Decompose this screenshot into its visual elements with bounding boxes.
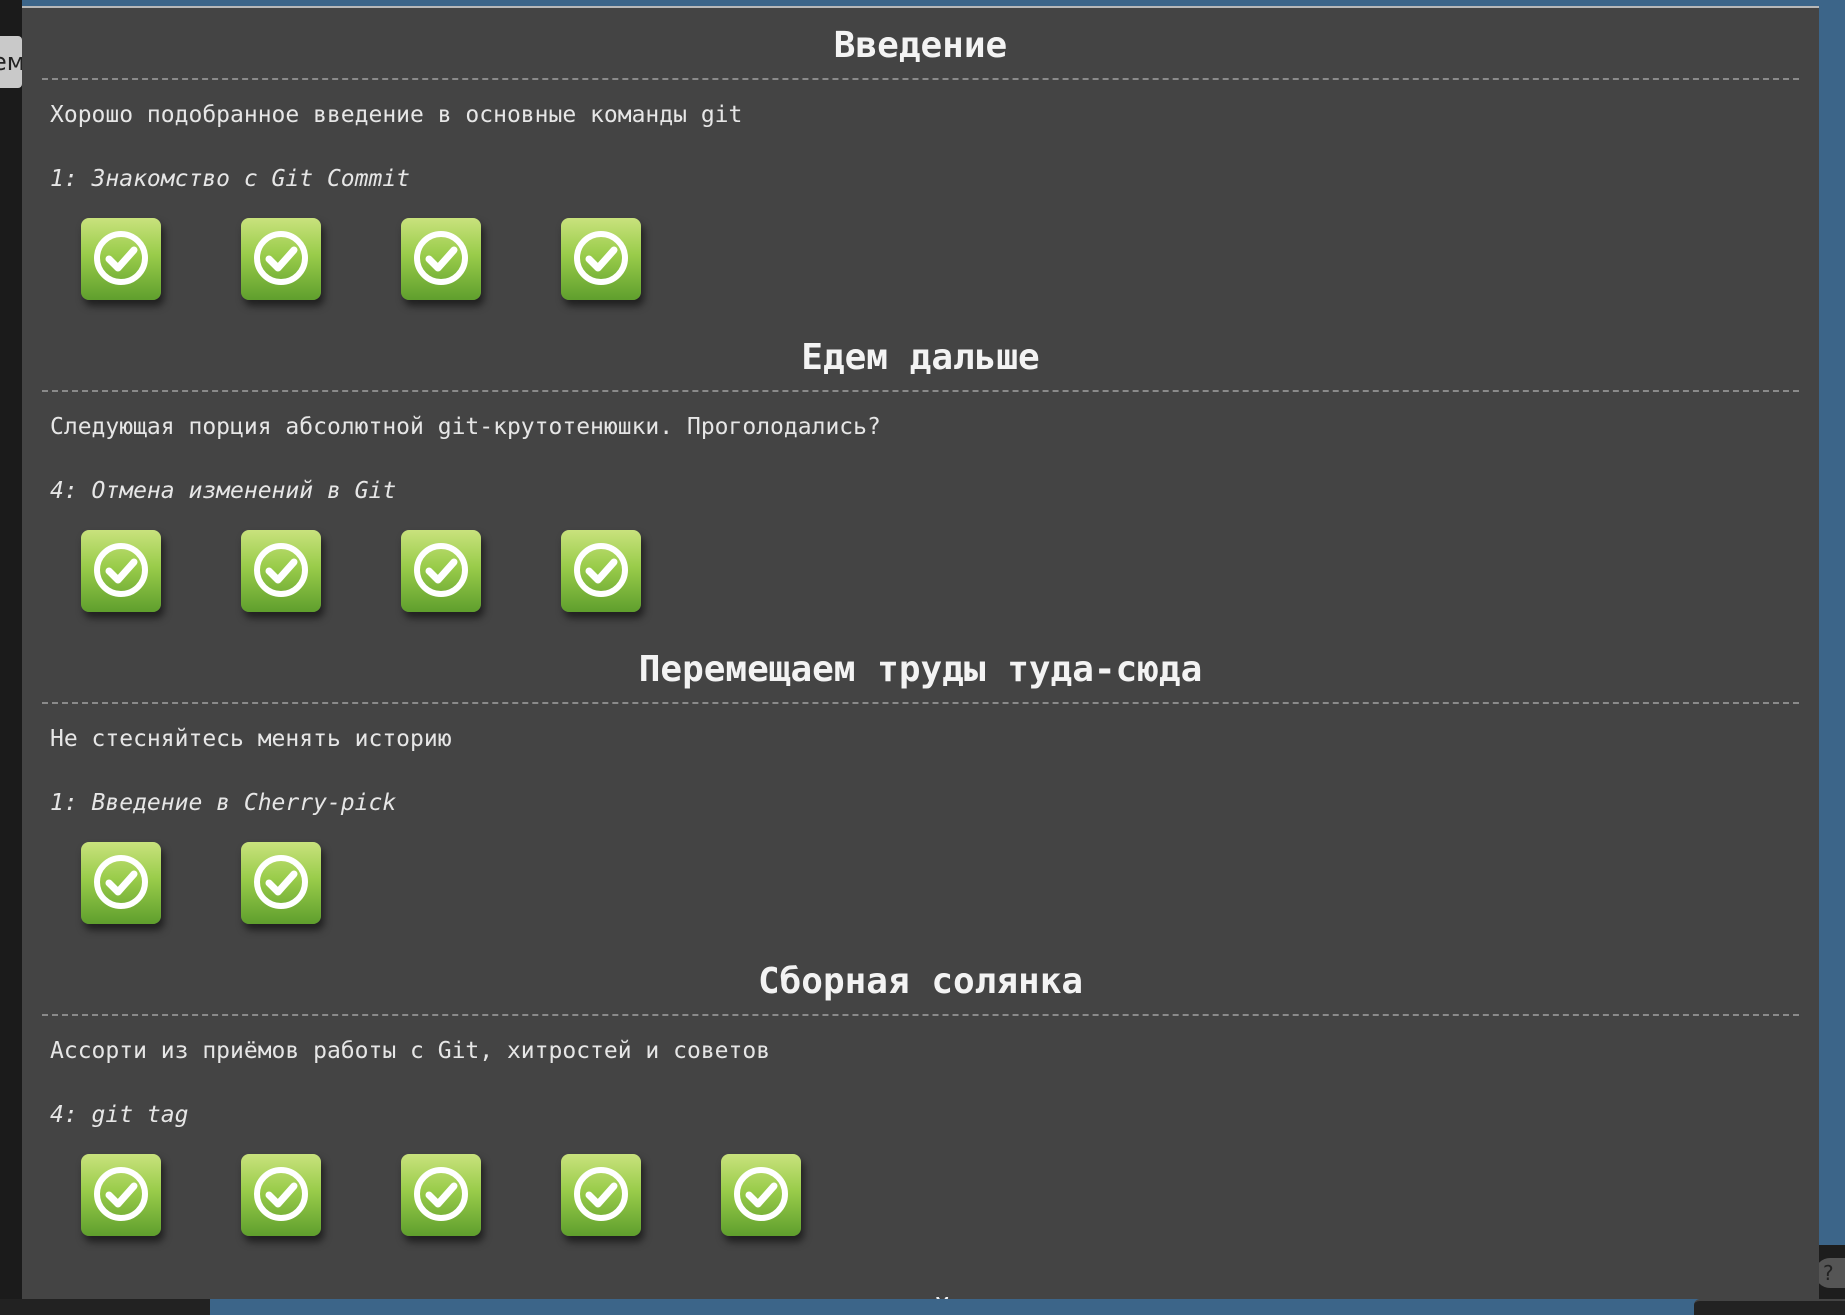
level-button-5[interactable] [721, 1154, 801, 1236]
check-circle-icon [414, 231, 468, 285]
level-select-dialog: Введение Хорошо подобранное введение в о… [22, 6, 1819, 1299]
check-circle-icon [94, 231, 148, 285]
level-button-1[interactable] [81, 530, 161, 612]
bottom-bar-left [0, 1299, 210, 1315]
level-sequence-rampup: Едем дальше Следующая порция абсолютной … [42, 320, 1799, 630]
level-sequence-mixed: Сборная солянка Ассорти из приёмов работ… [42, 944, 1799, 1254]
section-description: Не стесняйтесь менять историю [50, 726, 452, 752]
check-circle-icon [94, 543, 148, 597]
level-sequence-intro: Введение Хорошо подобранное введение в о… [42, 8, 1799, 318]
level-button-4[interactable] [561, 1154, 641, 1236]
section-level-name: 1: Знакомство с Git Commit [50, 166, 411, 192]
level-button-1[interactable] [81, 1154, 161, 1236]
level-button-4[interactable] [561, 218, 641, 300]
level-button-1[interactable] [81, 218, 161, 300]
section-level-name: 4: Отмена изменений в Git [50, 478, 397, 504]
check-circle-icon [94, 1167, 148, 1221]
section-description: Ассорти из приёмов работы с Git, хитрост… [50, 1038, 771, 1064]
section-title-advanced: Продвинутый уровень [42, 1276, 1799, 1299]
check-circle-icon [414, 543, 468, 597]
check-circle-icon [414, 1167, 468, 1221]
level-button-2[interactable] [241, 1154, 321, 1236]
level-button-3[interactable] [401, 530, 481, 612]
check-circle-icon [574, 231, 628, 285]
section-level-name: 1: Введение в Cherry-pick [50, 790, 397, 816]
level-button-4[interactable] [561, 530, 641, 612]
section-title: Введение [42, 8, 1799, 80]
level-icons [81, 842, 1799, 942]
section-description: Следующая порция абсолютной git-крутотен… [50, 414, 881, 440]
check-circle-icon [254, 855, 308, 909]
section-level-name: 4: git tag [50, 1102, 189, 1128]
level-button-3[interactable] [401, 1154, 481, 1236]
section-description: Хорошо подобранное введение в основные к… [50, 102, 743, 128]
check-circle-icon [254, 1167, 308, 1221]
check-circle-icon [94, 855, 148, 909]
background-tab[interactable]: ем [0, 36, 22, 88]
check-circle-icon [574, 1167, 628, 1221]
level-button-2[interactable] [241, 842, 321, 924]
section-title: Перемещаем труды туда-сюда [42, 632, 1799, 704]
check-circle-icon [734, 1167, 788, 1221]
check-circle-icon [254, 231, 308, 285]
level-button-1[interactable] [81, 842, 161, 924]
background-right-strip [1819, 0, 1845, 1315]
help-button[interactable]: ? [1815, 1258, 1845, 1288]
level-icons [81, 530, 1799, 630]
background-left-strip [0, 0, 22, 1315]
level-button-2[interactable] [241, 218, 321, 300]
level-button-3[interactable] [401, 218, 481, 300]
check-circle-icon [574, 543, 628, 597]
level-button-2[interactable] [241, 530, 321, 612]
level-icons [81, 218, 1799, 318]
section-title: Едем дальше [42, 320, 1799, 392]
level-sequence-move: Перемещаем труды туда-сюда Не стесняйтес… [42, 632, 1799, 942]
level-icons [81, 1154, 1799, 1254]
section-title: Сборная солянка [42, 944, 1799, 1016]
bottom-bar-right [1694, 1299, 1845, 1315]
check-circle-icon [254, 543, 308, 597]
